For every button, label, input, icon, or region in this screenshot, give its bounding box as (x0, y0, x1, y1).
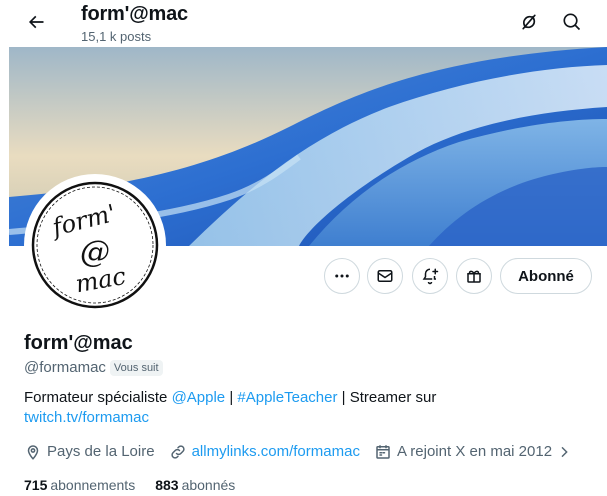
calendar-icon (376, 445, 390, 459)
chevron-right-icon (561, 446, 568, 458)
followers-count: 883 (155, 477, 179, 493)
message-button[interactable] (367, 258, 403, 294)
follow-stats: 715 abonnements 883 abonnés (24, 475, 255, 495)
following-link[interactable]: 715 abonnements (24, 475, 135, 495)
back-button[interactable] (20, 6, 52, 38)
gift-icon (467, 270, 481, 283)
arrow-left-icon (28, 15, 44, 29)
bio-separator: | (225, 389, 238, 406)
header-title-block: form'@mac 15,1 k posts (81, 2, 188, 46)
location-text: Pays de la Loire (47, 443, 155, 460)
following-label: abonnements (50, 477, 136, 493)
bio-mention-link[interactable]: @Apple (172, 389, 226, 406)
profile-name: form'@mac (24, 332, 133, 354)
avatar[interactable]: form' @ mac (24, 174, 166, 316)
notifications-button[interactable] (412, 258, 448, 294)
handle-row: @formamac Vous suit (24, 358, 163, 378)
joined-item[interactable]: A rejoint X en mai 2012 (374, 442, 572, 462)
more-button[interactable] (324, 258, 360, 294)
location-pin-icon (27, 445, 39, 460)
post-count: 15,1 k posts (81, 29, 152, 44)
profile-handle: @formamac (24, 359, 106, 376)
avatar-image: form' @ mac (28, 178, 162, 312)
bio-twitch-link[interactable]: twitch.tv/formamac (24, 409, 149, 426)
profile-bio: Formateur spécialiste @Apple | #AppleTea… (24, 388, 584, 428)
bio-text-2: | Streamer sur (337, 389, 437, 406)
bell-plus-icon (422, 268, 439, 285)
follow-button[interactable]: Abonné (500, 258, 592, 294)
top-bar: form'@mac 15,1 k posts (0, 0, 607, 47)
joined-text: A rejoint X en mai 2012 (396, 443, 553, 460)
profile-meta: Pays de la Loire allmylinks.com/formamac… (24, 442, 586, 462)
bio-hashtag-link[interactable]: #AppleTeacher (237, 389, 337, 406)
header-title: form'@mac (81, 3, 188, 25)
followers-link[interactable]: 883 abonnés (155, 475, 235, 495)
following-count: 715 (24, 477, 48, 493)
followers-label: abonnés (181, 477, 236, 493)
website-link[interactable]: allmylinks.com/formamac (192, 442, 360, 462)
website-item: allmylinks.com/formamac (169, 442, 360, 462)
grok-icon (522, 14, 536, 30)
bio-text: Formateur spécialiste (24, 389, 172, 406)
subscribe-button[interactable] (456, 258, 492, 294)
search-button[interactable] (556, 6, 588, 38)
search-icon (563, 13, 581, 31)
link-icon (170, 445, 185, 459)
grok-button[interactable] (513, 6, 545, 38)
follows-you-badge: Vous suit (109, 360, 163, 376)
more-horizontal-icon (335, 274, 349, 278)
location-item: Pays de la Loire (24, 442, 155, 462)
envelope-icon (377, 270, 393, 282)
